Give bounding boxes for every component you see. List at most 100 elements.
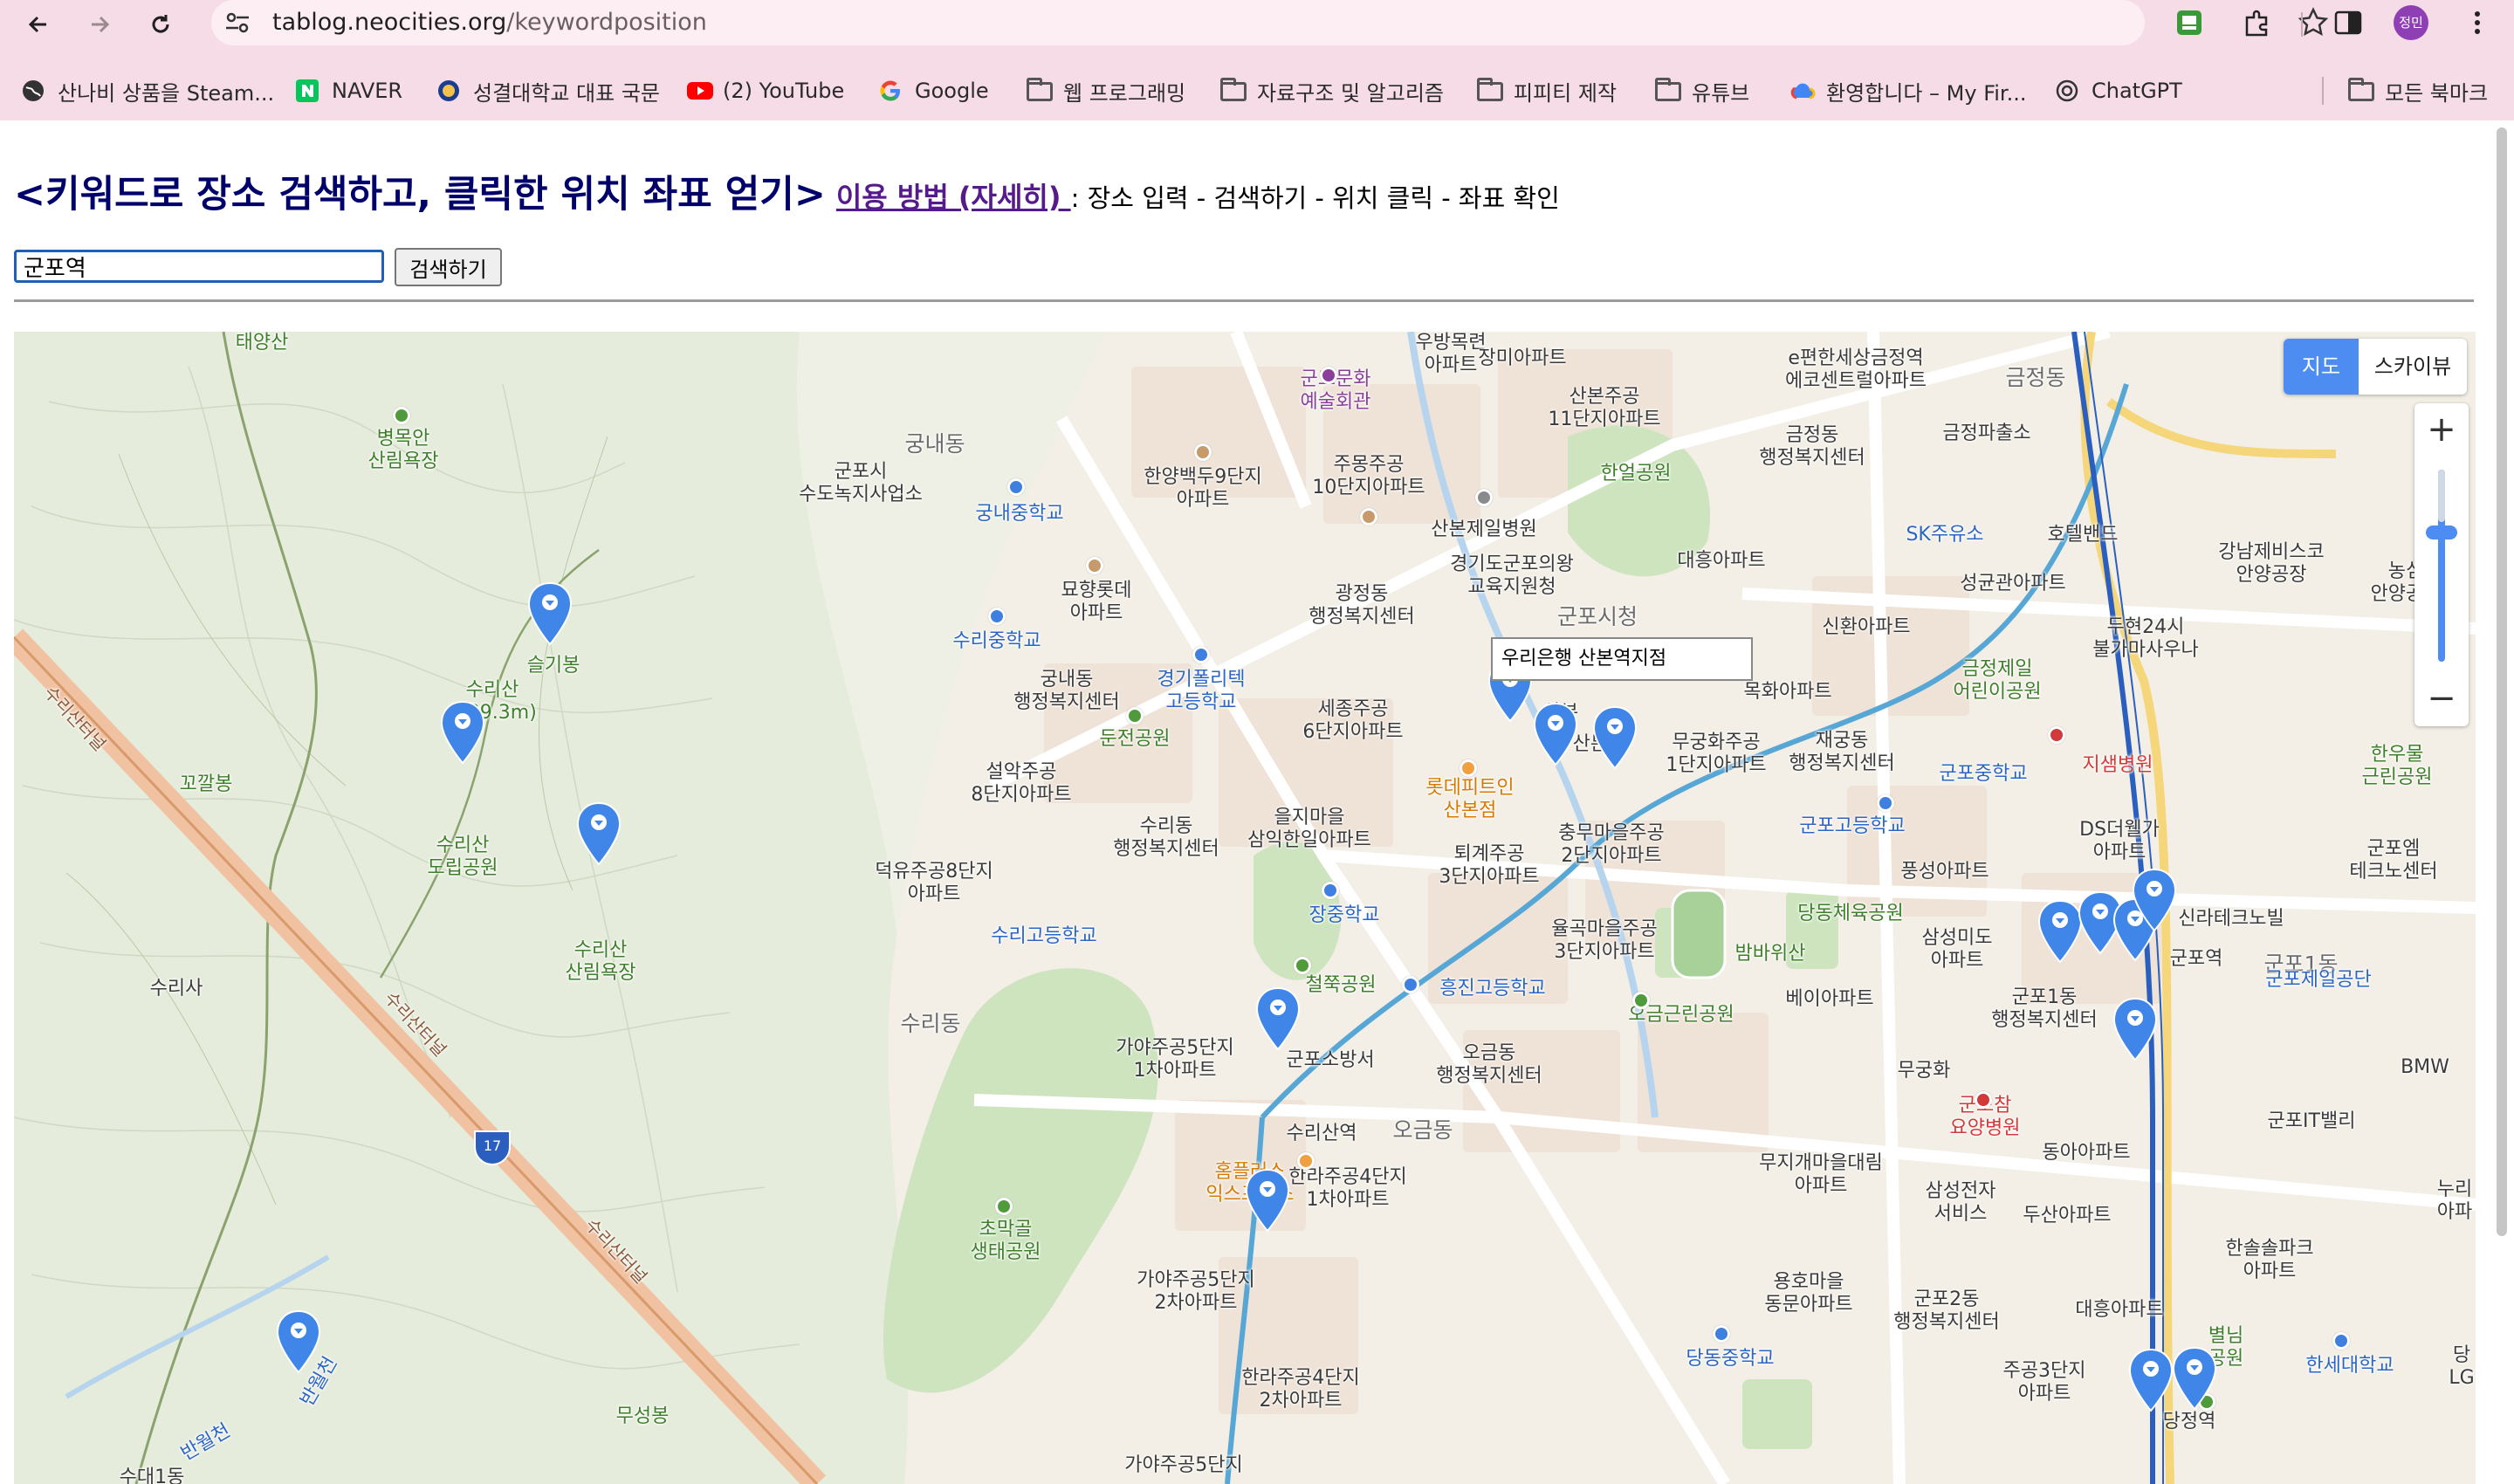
label-sulidong-office: 수리동 행정복지센터 [1113,815,1219,860]
scrollbar-thumb[interactable] [2497,127,2507,1236]
back-button[interactable] [19,5,58,44]
label-geumjeong-police: 금정파출소 [1942,423,2031,444]
label-mokhwa: 목화아파트 [1743,681,1832,703]
reload-button[interactable] [141,5,180,44]
label-hanwool: 한우물 근린공원 [2361,744,2433,788]
label-mugunghwa1: 무궁화주공 1단지아파트 [1666,732,1767,776]
bookmark-naver[interactable]: NAVER [295,72,402,110]
poi-cheolchuk [1294,957,1311,974]
label-silla-tech: 신라테크노빌 [2178,908,2284,930]
label-samsungmido: 삼성미도 아파트 [1921,927,1993,972]
label-sinhwan: 신환아파트 [1822,616,1911,638]
page-heading: <키워드로 장소 검색하고, 클릭한 위치 좌표 얻기> 이용 방법 (자세히) … [14,164,1560,218]
poi-gunpo-hs [1877,794,1894,812]
bookmark-label: 피피티 제작 [1514,80,1618,106]
zoom-in-button[interactable]: + [2414,403,2469,457]
label-daeheung: 대흥아파트 [1677,550,1766,572]
bookmark-folder-youtube[interactable]: 유튜브 [1655,72,1749,110]
label-seonggyun: 성균관아파트 [1960,573,2066,594]
marker-pin-icon[interactable] [2037,899,2083,965]
zoom-out-button[interactable]: − [2414,672,2469,726]
map-type-skyview[interactable]: 스카이뷰 [2359,339,2467,395]
url-path: /keywordposition [506,9,707,36]
bookmark-label: 성결대학교 대표 국문 [473,80,660,106]
poi-dunjeon [1126,707,1144,725]
bookmark-all[interactable]: 모든 북마크 [2348,72,2488,110]
bookmark-folder-ppt[interactable]: 피피티 제작 [1477,72,1617,110]
forward-button[interactable] [80,5,119,44]
marker-pin-icon[interactable] [1245,1168,1290,1234]
toolbar-divider [2301,12,2303,37]
marker-pin-icon[interactable] [1255,986,1301,1053]
poi-gungnae-ms [1007,478,1025,496]
map-canvas[interactable]: 17 태양산 병목안 산림욕장 슬기봉 수리산 (489.3m) 꼬깔봉 수리산… [14,332,2476,1484]
label-surisan-stn: 수리산역 [1286,1123,1357,1144]
label-sudae: 수대1동 [119,1467,185,1484]
label-sejong6: 세종주공 6단지아파트 [1302,698,1404,743]
zoom-slider-track-top [2438,470,2445,522]
label-gungnae-ms: 궁내중학교 [975,503,1064,525]
extensions-puzzle-icon[interactable] [2242,7,2273,38]
bookmark-google[interactable]: Google [878,72,989,110]
bookmark-folder-web[interactable]: 웹 프로그래밍 [1027,72,1185,110]
bookmark-steam[interactable]: 산나비 상품을 Steam... [21,72,274,110]
label-kkakkalbong: 꼬깔봉 [179,773,233,795]
poi-suri-ms [988,608,1006,625]
extension-green-icon[interactable] [2174,7,2205,38]
marker-pin-icon[interactable] [440,700,485,766]
marker-pin-icon[interactable] [276,1309,321,1376]
menu-kebab-icon[interactable] [2462,7,2493,38]
map-type-roadmap[interactable]: 지도 [2284,339,2359,395]
label-dooh24: 두현24시 불가마사우나 [2092,616,2199,661]
bookmark-firebase[interactable]: 환영합니다 – My Fir... [1789,72,2026,110]
bookmark-label: NAVER [332,79,403,103]
label-deokyu: 덕유주공8단지 아파트 [875,861,993,905]
zoom-slider-handle[interactable] [2426,526,2457,539]
bookmark-chatgpt[interactable]: ChatGPT [2055,72,2182,110]
label-hotel: 호텔밴드 [2047,524,2119,546]
marker-pin-icon[interactable] [2112,997,2158,1063]
label-daeheung2: 대흥아파트 [2075,1299,2164,1321]
label-ogeumdong: 오금동 [1392,1117,1453,1143]
label-dunjeon: 둔전공원 [1099,728,1171,750]
label-gunpo2-office: 군포2동 행정복지센터 [1893,1288,2000,1333]
profile-avatar[interactable]: 정민 [2394,5,2428,40]
address-bar[interactable]: tablog.neocities.org/keywordposition [211,0,2329,45]
poi-ogeum-park [1632,992,1650,1009]
search-button[interactable]: 검색하기 [395,248,502,286]
label-gunpo-ms: 군포중학교 [1939,763,2028,785]
bookmark-folder-ds[interactable]: 자료구조 및 알고리즘 [1220,72,1444,110]
folder-icon [1655,78,1681,103]
side-panel-icon[interactable] [2332,7,2364,38]
label-mujigae: 무지개마을대림 아파트 [1759,1152,1883,1197]
page-scrollbar[interactable] [2493,124,2511,1241]
marker-pin-icon[interactable] [2132,868,2177,934]
poi-jiseom [2048,726,2065,744]
keyword-input[interactable] [14,250,384,283]
label-beia: 베이아파트 [1785,988,1874,1010]
marker-pin-icon[interactable] [2128,1348,2174,1414]
bookmark-youtube[interactable]: (2) YouTube [686,72,844,110]
label-dang-lg: 당 LG [2449,1344,2475,1389]
howto-link[interactable]: 이용 방법 (자세히) [836,181,1071,214]
label-yongho: 용호마을 동문아파트 [1764,1271,1853,1316]
bookmark-sungkyul[interactable]: 성결대학교 대표 국문 [436,72,660,110]
label-toegye3: 퇴계주공 3단지아파트 [1439,843,1540,888]
marker-pin-icon[interactable] [1592,705,1638,772]
marker-pin-icon[interactable] [1533,702,1578,768]
marker-pin-icon[interactable] [576,801,622,868]
bookmark-label: 웹 프로그래밍 [1063,80,1186,106]
site-info-icon[interactable] [223,9,251,37]
zoom-control: + − [2414,403,2469,726]
label-cheolchuk: 철쭉공원 [1305,974,1377,996]
label-ogeum-office: 오금동 행정복지센터 [1436,1042,1542,1087]
bookmark-label: 유튜브 [1692,80,1750,106]
marker-pin-icon[interactable] [527,581,573,648]
label-hanul-park: 한얼공원 [1600,463,1672,484]
marker-pin-icon[interactable] [2172,1346,2217,1412]
label-suri-ms: 수리중학교 [952,630,1041,652]
label-geumjeongdong: 금정동 [2005,365,2066,390]
label-hanra4-1: 한라주공4단지 1차아파트 [1288,1166,1407,1211]
label-gunpo-it: 군포IT밸리 [2267,1110,2356,1132]
poi-hansei [2332,1332,2350,1350]
